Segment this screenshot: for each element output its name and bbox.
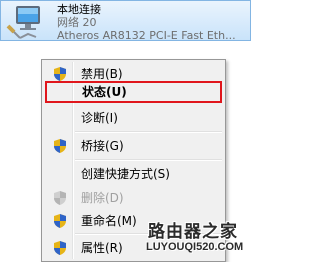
menu-item-label: 删除(D) [81, 191, 124, 205]
uac-shield-icon [54, 139, 66, 153]
watermark-site-url: LUYOUQI520.COM [146, 241, 244, 253]
uac-shield-icon [54, 241, 66, 255]
menu-item-create-shortcut[interactable]: 创建快捷方式(S) [44, 163, 223, 185]
menu-item-label: 状态(U) [82, 85, 127, 99]
menu-item-label: 创建快捷方式(S) [81, 167, 170, 181]
menu-item-diagnose[interactable]: 诊断(I) [44, 107, 223, 129]
uac-shield-icon [54, 67, 66, 81]
menu-item-label: 属性(R) [81, 241, 123, 255]
menu-item-label: 桥接(G) [81, 139, 124, 153]
uac-shield-icon [54, 214, 66, 228]
connection-device-name: Atheros AR8132 PCI-E Fast Eth... [57, 29, 236, 42]
network-connection-item[interactable]: 本地连接 网络 20 Atheros AR8132 PCI-E Fast Eth… [0, 0, 251, 42]
menu-separator [75, 131, 222, 133]
menu-separator [75, 159, 222, 161]
network-adapter-icon [6, 6, 40, 39]
menu-item-label: 诊断(I) [81, 111, 118, 125]
uac-shield-icon [54, 191, 66, 205]
menu-item-bridge[interactable]: 桥接(G) [44, 135, 223, 157]
menu-item-label: 禁用(B) [81, 67, 123, 81]
connection-network-status: 网络 20 [57, 16, 97, 29]
menu-item-status[interactable]: 状态(U) [45, 81, 222, 103]
watermark-site-name: 路由器之家 [148, 222, 238, 242]
menu-item-delete[interactable]: 删除(D) [44, 187, 223, 209]
menu-item-label: 重命名(M) [81, 214, 137, 228]
connection-name: 本地连接 [57, 3, 101, 16]
